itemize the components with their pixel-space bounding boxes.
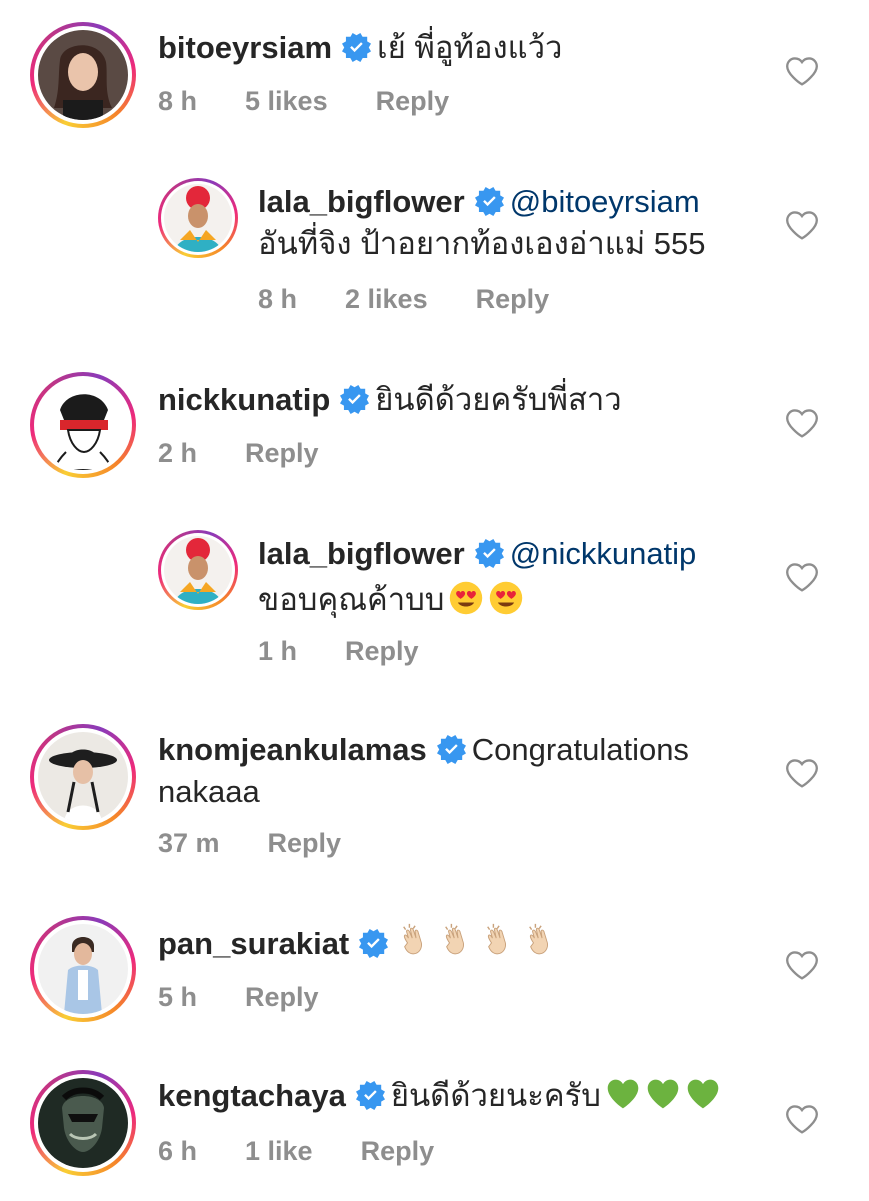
verified-badge-icon — [475, 187, 504, 216]
avatar[interactable] — [158, 178, 238, 258]
like-heart-icon[interactable] — [786, 408, 818, 438]
verified-badge-icon — [359, 929, 388, 958]
comment-time: 8 h — [258, 284, 298, 314]
mention-link[interactable]: @bitoeyrsiam — [510, 184, 700, 219]
avatar[interactable] — [30, 22, 136, 128]
green-heart-emoji-icon — [605, 1076, 641, 1112]
comment-text: ขอบคุณค้าบบ — [258, 582, 445, 617]
reply-button[interactable]: Reply — [245, 980, 319, 1014]
reply-button[interactable]: Reply — [476, 282, 550, 316]
comment-time: 1 h — [258, 636, 298, 666]
username[interactable]: nickkunatip — [158, 382, 330, 417]
comment-text: Congratulations — [471, 732, 689, 767]
reply-button[interactable]: Reply — [345, 634, 419, 668]
verified-badge-icon — [340, 385, 369, 414]
comment-text: อันที่จิง ป้าอยากท้องเองอ่าแม่ 555 — [258, 226, 706, 261]
verified-badge-icon — [342, 33, 371, 62]
comment-time: 6 h — [158, 1136, 198, 1166]
heart-eyes-emoji-icon — [488, 580, 524, 616]
likes-count[interactable]: 1 like — [245, 1134, 313, 1168]
reply-button[interactable]: Reply — [376, 84, 450, 118]
heart-eyes-emoji-icon — [448, 580, 484, 616]
like-heart-icon[interactable] — [786, 210, 818, 240]
like-heart-icon[interactable] — [786, 56, 818, 86]
like-heart-icon[interactable] — [786, 562, 818, 592]
verified-badge-icon — [356, 1081, 385, 1110]
username[interactable]: pan_surakiat — [158, 926, 349, 961]
comment-text: เย้ พี่อูท้องแว้ว — [377, 30, 563, 65]
like-heart-icon[interactable] — [786, 1104, 818, 1134]
comment-time: 2 h — [158, 438, 198, 468]
username[interactable]: knomjeankulamas — [158, 732, 427, 767]
avatar[interactable] — [30, 916, 136, 1022]
username[interactable]: kengtachaya — [158, 1078, 346, 1113]
clapping-hands-emoji-icon — [398, 922, 436, 960]
reply-button[interactable]: Reply — [245, 436, 319, 470]
like-heart-icon[interactable] — [786, 950, 818, 980]
verified-badge-icon — [437, 735, 466, 764]
comment-time: 8 h — [158, 86, 198, 116]
clapping-hands-emoji-icon — [482, 922, 520, 960]
comment-time: 5 h — [158, 982, 198, 1012]
verified-badge-icon — [475, 539, 504, 568]
reply-button[interactable]: Reply — [361, 1134, 435, 1168]
avatar[interactable] — [158, 530, 238, 610]
comment-text: ยินดีด้วยนะครับ — [390, 1078, 601, 1113]
clapping-hands-emoji-icon — [524, 922, 562, 960]
avatar[interactable] — [30, 724, 136, 830]
avatar[interactable] — [30, 372, 136, 478]
comment-text: ยินดีด้วยครับพี่สาว — [375, 382, 622, 417]
username[interactable]: lala_bigflower — [258, 536, 465, 571]
username[interactable]: bitoeyrsiam — [158, 30, 332, 65]
mention-link[interactable]: @nickkunatip — [510, 536, 697, 571]
comment-text-continued: nakaaa — [158, 774, 260, 809]
username[interactable]: lala_bigflower — [258, 184, 465, 219]
likes-count[interactable]: 2 likes — [345, 282, 428, 316]
reply-button[interactable]: Reply — [268, 826, 342, 860]
green-heart-emoji-icon — [685, 1076, 721, 1112]
clapping-hands-emoji-icon — [440, 922, 478, 960]
green-heart-emoji-icon — [645, 1076, 681, 1112]
like-heart-icon[interactable] — [786, 758, 818, 788]
avatar[interactable] — [30, 1070, 136, 1176]
likes-count[interactable]: 5 likes — [245, 84, 328, 118]
comment-time: 37 m — [158, 828, 220, 858]
